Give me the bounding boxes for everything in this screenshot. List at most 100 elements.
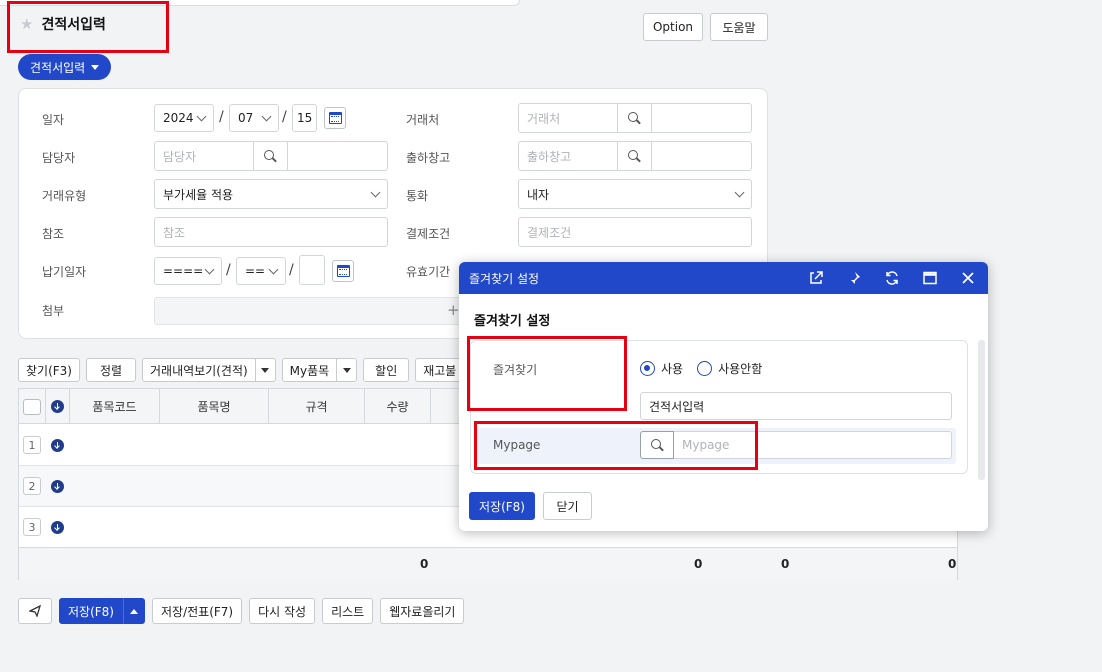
modal-scrollbar[interactable]	[978, 340, 985, 480]
favorite-name-value: 견적서입력	[649, 399, 705, 414]
date-day-input[interactable]: 15	[292, 104, 317, 132]
trade-type-label: 거래유형	[42, 189, 87, 203]
total-value: 0	[948, 557, 957, 571]
web-upload-button[interactable]: 웹자료올리기	[380, 598, 465, 624]
maximize-icon[interactable]	[922, 270, 938, 286]
delivery-day-input[interactable]	[299, 255, 325, 285]
chevron-down-icon	[268, 264, 279, 274]
download-header-cell	[46, 389, 70, 424]
client-name-field[interactable]	[652, 103, 752, 133]
mypage-highlight-box	[474, 421, 758, 470]
history-dropdown[interactable]	[255, 358, 276, 382]
client-input[interactable]: 거래처	[518, 103, 618, 133]
history-split: 거래내역보기(견적)	[141, 358, 276, 382]
radio-unuse-label[interactable]: 사용안함	[718, 360, 762, 377]
modal-save-button[interactable]: 저장(F8)	[469, 492, 535, 520]
send-icon	[29, 605, 41, 617]
list-button[interactable]: 리스트	[322, 598, 374, 624]
column-header[interactable]: 품목코드	[70, 389, 160, 424]
save-slip-button[interactable]: 저장/전표(F7)	[152, 598, 243, 624]
radio-unuse[interactable]	[697, 361, 713, 376]
radio-use-label[interactable]: 사용	[661, 360, 683, 377]
payment-input[interactable]: 결제조건	[518, 217, 752, 247]
refresh-icon[interactable]	[884, 270, 900, 286]
date-separator: /	[282, 109, 287, 125]
warehouse-search-button[interactable]	[618, 141, 652, 171]
modal-header: 즐겨찾기 설정	[459, 262, 988, 294]
caret-up-icon	[130, 608, 138, 614]
caret-down-icon	[261, 367, 270, 373]
payment-label: 결제조건	[406, 227, 451, 241]
sort-button[interactable]: 정렬	[85, 358, 136, 382]
my-item-button[interactable]: My품목	[281, 358, 338, 382]
star-icon[interactable]: ★	[20, 15, 33, 33]
total-value: 0	[694, 557, 703, 571]
calendar-icon	[328, 112, 342, 124]
date-year-select[interactable]: 2024	[154, 104, 214, 132]
delivery-year-value: ====	[163, 264, 204, 278]
find-button[interactable]: 찾기(F3)	[18, 358, 80, 382]
delivery-year-select[interactable]: ====	[154, 257, 222, 285]
menu-pill-button[interactable]: 견적서입력	[18, 54, 112, 80]
column-header[interactable]: 규격	[269, 389, 365, 424]
manager-placeholder: 담당자	[163, 149, 197, 164]
download-icon[interactable]	[51, 439, 64, 452]
page-title: 견적서입력	[41, 17, 106, 33]
history-button[interactable]: 거래내역보기(견적)	[141, 358, 256, 382]
row-number: 2	[23, 477, 41, 495]
pin-icon[interactable]	[846, 270, 862, 286]
search-icon	[264, 149, 277, 163]
row-number: 3	[23, 518, 41, 536]
download-icon[interactable]	[51, 521, 64, 534]
total-value: 0	[420, 557, 429, 571]
warehouse-input[interactable]: 출하창고	[518, 141, 618, 171]
manager-input[interactable]: 담당자	[154, 141, 254, 171]
favorite-highlight-box	[467, 336, 627, 411]
select-all-checkbox[interactable]	[23, 399, 41, 415]
warehouse-placeholder: 출하창고	[527, 149, 572, 164]
manager-search-button[interactable]	[254, 141, 288, 171]
option-button[interactable]: Option	[643, 13, 703, 41]
caret-down-icon	[342, 367, 351, 373]
column-header[interactable]: 품목명	[160, 389, 269, 424]
send-button[interactable]	[18, 598, 52, 624]
date-label: 일자	[42, 113, 65, 127]
total-value: 0	[781, 557, 790, 571]
calendar-button[interactable]	[324, 107, 346, 129]
discount-button[interactable]: 할인	[363, 358, 410, 382]
warehouse-name-field[interactable]	[652, 141, 752, 171]
reference-placeholder: 참조	[163, 225, 186, 240]
download-icon[interactable]	[51, 400, 64, 413]
warehouse-label: 출하창고	[406, 151, 451, 165]
radio-use[interactable]	[640, 361, 655, 376]
manager-name-field[interactable]	[288, 141, 388, 171]
chevron-down-icon	[734, 187, 745, 197]
reference-label: 참조	[42, 227, 65, 241]
my-item-dropdown[interactable]	[337, 358, 358, 382]
reference-input[interactable]: 참조	[154, 217, 388, 247]
date-month-select[interactable]: 07	[229, 104, 279, 132]
rewrite-button[interactable]: 다시 작성	[249, 598, 316, 624]
plus-icon[interactable]: +	[447, 301, 460, 319]
search-icon	[628, 149, 641, 163]
save-button[interactable]: 저장(F8)	[59, 598, 123, 624]
calendar-button[interactable]	[332, 260, 354, 282]
stock-button[interactable]: 재고불	[415, 358, 465, 382]
date-day-value: 15	[297, 111, 313, 125]
help-button[interactable]: 도움말	[710, 13, 768, 41]
delivery-month-select[interactable]: ==	[236, 257, 286, 285]
attachment-area[interactable]	[154, 297, 464, 325]
client-search-button[interactable]	[618, 103, 652, 133]
manager-label: 담당자	[42, 151, 76, 165]
download-icon[interactable]	[51, 480, 64, 493]
delivery-month-value: ==	[245, 264, 266, 278]
bottom-action-bar: 저장(F8) 저장/전표(F7) 다시 작성 리스트 웹자료올리기	[18, 598, 465, 624]
modal-close-button[interactable]: 닫기	[543, 492, 592, 520]
external-link-icon[interactable]	[808, 270, 824, 286]
currency-select[interactable]: 내자	[518, 179, 752, 209]
column-header[interactable]: 수량	[365, 389, 431, 424]
save-dropdown[interactable]	[123, 598, 145, 624]
close-icon[interactable]	[960, 270, 976, 286]
trade-type-select[interactable]: 부가세율 적용	[154, 179, 388, 209]
favorite-name-input[interactable]: 견적서입력	[640, 392, 952, 420]
